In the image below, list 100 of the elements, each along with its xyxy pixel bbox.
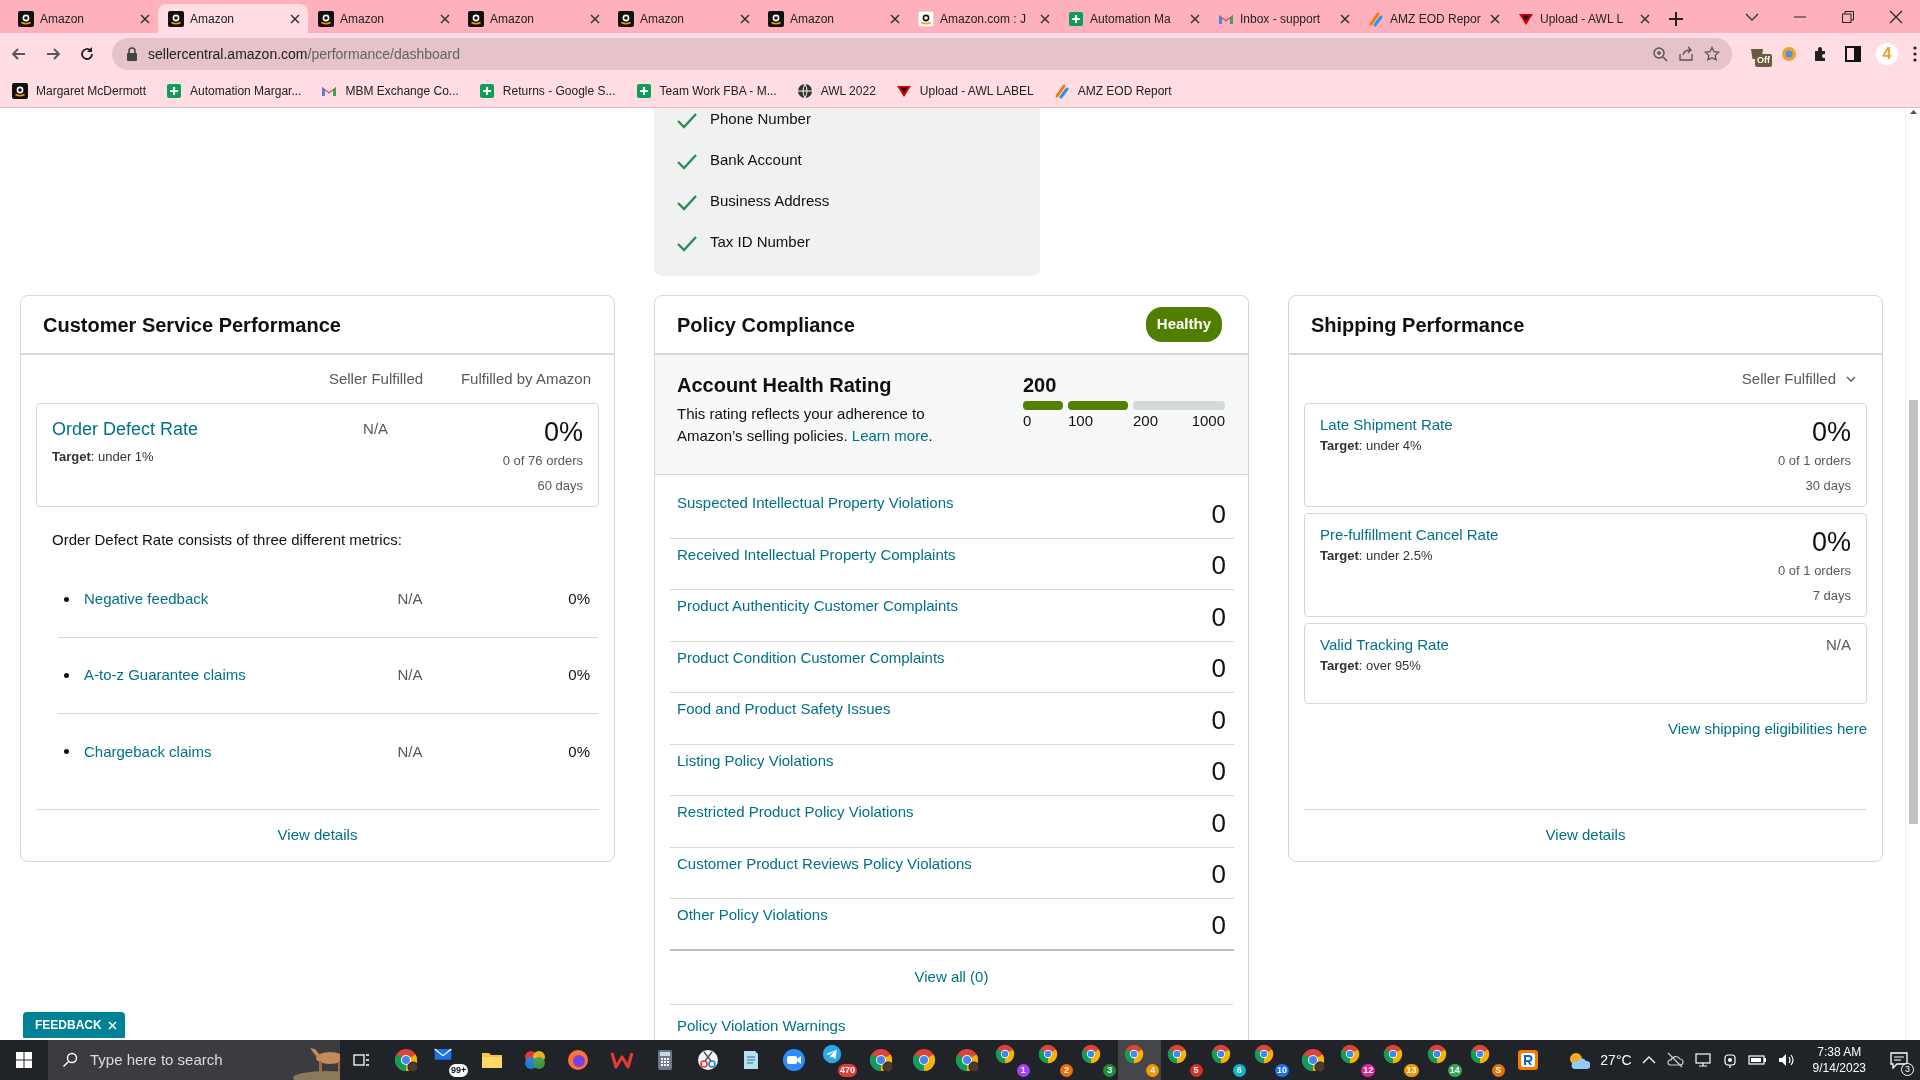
- violation-link[interactable]: Customer Product Reviews Policy Violations: [677, 852, 972, 875]
- violation-link[interactable]: Restricted Product Policy Violations: [677, 801, 914, 824]
- browser-tab[interactable]: Amazon: [758, 4, 908, 33]
- browser-icon[interactable]: [1037, 1044, 1058, 1064]
- windows-icon[interactable]: [16, 1052, 32, 1068]
- metric-link[interactable]: Order Defect Rate: [52, 416, 199, 443]
- close-icon[interactable]: [138, 11, 152, 26]
- status-badge: Healthy: [1145, 307, 1222, 342]
- clock-date[interactable]: 9/14/2023: [1812, 1060, 1866, 1076]
- reload-icon[interactable]: [78, 45, 96, 63]
- browser-icon[interactable]: [1253, 1044, 1274, 1064]
- plus-icon[interactable]: [1668, 11, 1684, 27]
- menu-icon[interactable]: [1912, 45, 1918, 63]
- browser-icon[interactable]: [1300, 1048, 1325, 1072]
- photos-icon[interactable]: [523, 1048, 548, 1072]
- browser-icon[interactable]: [1426, 1044, 1447, 1064]
- learn-more-link[interactable]: Learn more: [851, 427, 929, 444]
- violation-link[interactable]: Product Authenticity Customer Complaints: [677, 595, 958, 618]
- scissors-icon[interactable]: [695, 1048, 720, 1072]
- browser-tab[interactable]: Amazon: [158, 4, 308, 33]
- bookmark-link[interactable]: Upload - AWL LABEL: [895, 82, 1034, 100]
- clock-time[interactable]: 7:38 AM: [1812, 1044, 1866, 1060]
- close-icon[interactable]: [1488, 11, 1502, 26]
- bookmark-link[interactable]: AWL 2022: [796, 82, 876, 100]
- cloud-off-icon[interactable]: [1665, 1051, 1684, 1069]
- metric-link[interactable]: Pre-fulfillment Cancel Rate: [1320, 526, 1499, 544]
- browser-icon[interactable]: [955, 1048, 980, 1072]
- browser-icon[interactable]: [868, 1048, 893, 1072]
- violation-link[interactable]: Suspected Intellectual Property Violations: [677, 492, 954, 515]
- browser-icon[interactable]: [911, 1048, 936, 1072]
- view-details-link[interactable]: View details: [1545, 824, 1626, 847]
- ring-circle-icon[interactable]: [1780, 45, 1798, 63]
- stripes-logo-icon: [1053, 83, 1070, 99]
- fox-icon[interactable]: [566, 1048, 591, 1072]
- browser-tab[interactable]: Automation Ma: [1058, 4, 1208, 33]
- violation-link[interactable]: Listing Policy Violations: [677, 749, 834, 772]
- video-camera-icon[interactable]: [782, 1048, 807, 1072]
- browser-tab[interactable]: Amazon: [458, 4, 608, 33]
- browser-tab[interactable]: Amazon: [608, 4, 758, 33]
- filter-dropdown[interactable]: Seller Fulfilled: [1289, 355, 1882, 403]
- side-panel-icon[interactable]: [1844, 45, 1862, 63]
- star-icon[interactable]: [1704, 46, 1720, 62]
- eligibility-link[interactable]: View shipping eligibilities here: [1668, 720, 1867, 737]
- share-icon[interactable]: [1678, 46, 1694, 62]
- browser-icon[interactable]: [1469, 1044, 1490, 1064]
- violation-link[interactable]: Product Condition Customer Complaints: [677, 646, 945, 669]
- notification-icon[interactable]: [1889, 1050, 1909, 1070]
- metric-link[interactable]: A-to-z Guarantee claims: [84, 664, 320, 687]
- feedback-tab[interactable]: FEEDBACK: [23, 1012, 125, 1038]
- metric-link[interactable]: Negative feedback: [84, 588, 320, 611]
- app-tile-icon[interactable]: [1516, 1048, 1541, 1072]
- bookmark-link[interactable]: MBM Exchange Co...: [321, 82, 459, 100]
- view-all-link[interactable]: View all (0): [914, 965, 989, 989]
- browser-tab[interactable]: Amazon: [308, 4, 458, 33]
- bookmark-link[interactable]: Returns - Google S...: [478, 82, 616, 100]
- bookmark-link[interactable]: AMZ EOD Report: [1053, 82, 1172, 100]
- search-field[interactable]: Type here to search: [90, 1048, 280, 1072]
- close-icon[interactable]: [888, 11, 902, 26]
- close-icon[interactable]: [1638, 11, 1652, 26]
- browser-tab[interactable]: Inbox - support: [1208, 4, 1358, 33]
- scrollbar[interactable]: [1905, 108, 1920, 1040]
- close-icon[interactable]: [588, 11, 602, 26]
- violation-link[interactable]: Food and Product Safety Issues: [677, 698, 891, 721]
- network-icon[interactable]: [1693, 1051, 1712, 1069]
- bookmark-link[interactable]: Automation Margar...: [166, 82, 302, 100]
- browser-tab[interactable]: Upload - AWL L: [1508, 4, 1658, 33]
- bookmark-link[interactable]: Team Work FBA - M...: [635, 82, 777, 100]
- camera-icon[interactable]: [1721, 1051, 1738, 1069]
- close-icon[interactable]: [1338, 11, 1352, 26]
- violation-link[interactable]: Received Intellectual Property Complaints: [677, 543, 956, 566]
- address-field[interactable]: sellercentral.amazon.com/performance/dashboard: [112, 38, 1732, 70]
- metric-link[interactable]: Late Shipment Rate: [1320, 416, 1453, 434]
- section-link[interactable]: Policy Violation Warnings: [677, 1016, 846, 1034]
- close-icon[interactable]: [1889, 9, 1903, 24]
- metric-link[interactable]: Valid Tracking Rate: [1320, 636, 1449, 654]
- close-icon[interactable]: [288, 11, 302, 26]
- chevron-up-icon[interactable]: [1641, 1055, 1656, 1065]
- browser-icon[interactable]: [1081, 1044, 1101, 1064]
- close-icon[interactable]: [738, 11, 752, 26]
- browser-icon[interactable]: [1340, 1044, 1361, 1064]
- close-icon[interactable]: [1038, 11, 1052, 26]
- browser-icon[interactable]: [1210, 1044, 1231, 1064]
- bookmark-link[interactable]: Margaret McDermott: [12, 82, 147, 100]
- violation-link[interactable]: Other Policy Violations: [677, 904, 828, 927]
- close-icon[interactable]: [1188, 11, 1202, 26]
- search-box[interactable]: Type here to search: [48, 1040, 340, 1080]
- browser-tab[interactable]: Amazon: [8, 4, 158, 33]
- metric-link[interactable]: Chargeback claims: [84, 740, 320, 764]
- view-details-link[interactable]: View details: [277, 824, 358, 847]
- close-icon[interactable]: [438, 11, 452, 26]
- browser-icon[interactable]: [393, 1048, 418, 1072]
- browser-icon[interactable]: [1167, 1044, 1188, 1064]
- browser-tab[interactable]: AMZ EOD Repor: [1358, 4, 1508, 33]
- browser-icon[interactable]: [1383, 1044, 1404, 1064]
- task-view-icon[interactable]: [353, 1052, 371, 1068]
- browser-tab[interactable]: Amazon.com : J: [908, 4, 1058, 33]
- paper-plane-icon[interactable]: [821, 1044, 842, 1064]
- zoom-icon[interactable]: [1652, 46, 1668, 62]
- browser-icon[interactable]: [994, 1044, 1015, 1064]
- restore-icon[interactable]: [1841, 9, 1855, 24]
